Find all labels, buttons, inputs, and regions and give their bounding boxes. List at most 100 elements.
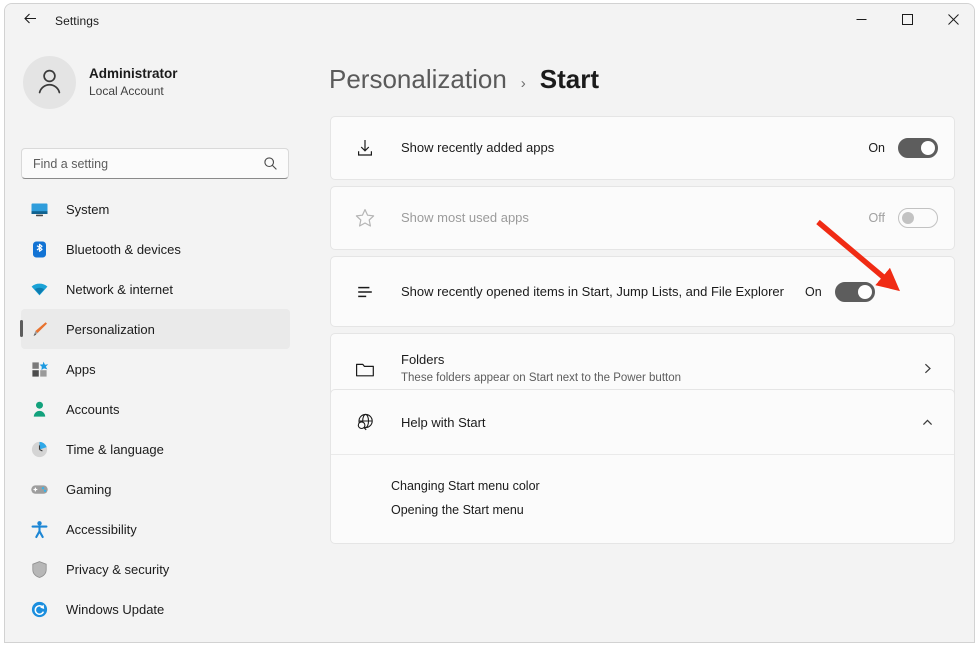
sidebar-item-label: Bluetooth & devices <box>66 241 181 257</box>
star-icon <box>345 207 385 229</box>
sidebar-item-time-language[interactable]: Time & language <box>21 429 290 469</box>
person-icon <box>21 400 57 419</box>
close-icon <box>947 12 959 30</box>
setting-row-show-recently-added-apps[interactable]: Show recently added apps On <box>330 116 955 180</box>
sidebar-item-personalization[interactable]: Personalization <box>20 309 290 349</box>
sidebar-nav: System Bluetooth & devices Network & int… <box>5 189 309 629</box>
minimize-button[interactable] <box>838 4 884 37</box>
setting-text: Show most used apps <box>385 209 869 227</box>
back-button[interactable] <box>13 6 47 36</box>
toggle-knob <box>857 284 872 299</box>
show-most-used-apps-toggle <box>898 208 938 228</box>
paintbrush-icon <box>21 320 57 339</box>
toggle-knob <box>921 141 935 155</box>
bluetooth-icon <box>21 240 57 259</box>
setting-title: Show recently opened items in Start, Jum… <box>401 283 784 299</box>
window-controls <box>838 4 974 37</box>
wifi-icon <box>21 280 57 299</box>
setting-subtitle: These folders appear on Start next to th… <box>401 372 682 384</box>
sidebar-item-network-internet[interactable]: Network & internet <box>21 269 290 309</box>
show-recently-opened-items-toggle[interactable] <box>834 281 875 302</box>
setting-row-show-most-used-apps: Show most used apps Off <box>330 186 955 250</box>
toggle-state-label: On <box>805 284 822 299</box>
globe-search-icon <box>345 411 385 433</box>
title-bar: Settings <box>5 4 974 37</box>
page-title: Start <box>539 64 600 94</box>
sidebar-item-label: Gaming <box>66 481 112 497</box>
setting-text: Folders These folders appear on Start ne… <box>385 351 916 386</box>
sidebar-item-accessibility[interactable]: Accessibility <box>21 509 290 549</box>
back-arrow-icon <box>22 10 39 32</box>
sidebar-item-accounts[interactable]: Accounts <box>21 389 290 429</box>
chevron-up-icon[interactable] <box>916 416 938 429</box>
settings-window: Settings Administrator Local Account Fin… <box>4 3 975 643</box>
breadcrumb: Personalization › Start <box>309 37 974 95</box>
app-title: Settings <box>55 13 100 28</box>
account-text: Administrator Local Account <box>89 65 178 100</box>
search-box[interactable] <box>21 148 289 179</box>
monitor-icon <box>21 200 57 219</box>
search-icon[interactable] <box>259 156 288 171</box>
help-links-list: Changing Start menu color Opening the St… <box>331 454 954 543</box>
setting-text: Show recently opened items in Start, Jum… <box>385 283 805 301</box>
maximize-button[interactable] <box>884 4 930 37</box>
setting-control: On <box>805 281 875 302</box>
sidebar-item-label: Accessibility <box>66 521 137 537</box>
close-button[interactable] <box>930 4 974 37</box>
setting-row-show-recently-opened-items[interactable]: Show recently opened items in Start, Jum… <box>330 256 955 327</box>
sidebar-item-label: Apps <box>66 361 96 377</box>
settings-card-list: Show recently added apps On Show most us… <box>330 116 955 410</box>
account-type: Local Account <box>89 84 164 98</box>
sidebar-item-label: Privacy & security <box>66 561 170 577</box>
sidebar-item-label: Accounts <box>66 401 120 417</box>
apps-grid-icon <box>21 360 57 379</box>
account-summary[interactable]: Administrator Local Account <box>5 37 309 109</box>
shield-icon <box>21 560 57 579</box>
list-lines-icon <box>345 281 385 303</box>
chevron-right-icon[interactable] <box>916 362 938 375</box>
help-title: Help with Start <box>401 414 486 430</box>
sidebar-item-privacy-security[interactable]: Privacy & security <box>21 549 290 589</box>
main-content: Personalization › Start Show recently ad… <box>309 37 974 642</box>
sidebar: Administrator Local Account Find a setti… <box>5 37 309 642</box>
folder-icon <box>345 358 385 380</box>
update-refresh-icon <box>21 600 57 619</box>
maximize-icon <box>901 12 913 30</box>
sidebar-item-apps[interactable]: Apps <box>21 349 290 389</box>
sidebar-item-bluetooth-devices[interactable]: Bluetooth & devices <box>21 229 290 269</box>
help-with-start-section: Help with Start Changing Start menu colo… <box>330 389 955 544</box>
sidebar-item-gaming[interactable]: Gaming <box>21 469 290 509</box>
show-recently-added-apps-toggle[interactable] <box>898 138 938 158</box>
sidebar-item-label: Time & language <box>66 441 164 457</box>
toggle-state-label: Off <box>868 211 885 225</box>
toggle-state-label: On <box>868 141 885 155</box>
avatar <box>23 56 76 109</box>
sidebar-item-label: System <box>66 201 110 217</box>
breadcrumb-separator-icon: › <box>520 75 526 92</box>
toggle-knob <box>902 212 914 224</box>
breadcrumb-parent[interactable]: Personalization <box>329 64 507 95</box>
setting-title: Show recently added apps <box>401 140 555 155</box>
sidebar-item-system[interactable]: System <box>21 189 290 229</box>
setting-control: On <box>868 138 938 158</box>
sidebar-item-label: Network & internet <box>66 281 173 297</box>
help-header[interactable]: Help with Start <box>331 390 954 454</box>
help-link[interactable]: Changing Start menu color <box>331 474 954 498</box>
minimize-icon <box>856 12 867 30</box>
setting-control <box>916 362 938 375</box>
setting-title: Folders <box>401 352 445 367</box>
setting-text: Show recently added apps <box>385 139 868 157</box>
download-tray-icon <box>345 137 385 159</box>
setting-control: Off <box>869 208 938 228</box>
setting-title: Show most used apps <box>401 210 529 225</box>
sidebar-item-label: Personalization <box>66 321 155 337</box>
sidebar-item-label: Windows Update <box>66 601 165 617</box>
gamepad-icon <box>21 480 57 499</box>
help-link[interactable]: Opening the Start menu <box>331 498 954 522</box>
search-input[interactable] <box>22 156 259 171</box>
sidebar-item-windows-update[interactable]: Windows Update <box>21 589 290 629</box>
accessibility-icon <box>21 520 57 539</box>
account-name: Administrator <box>89 66 178 81</box>
user-avatar-icon <box>34 65 65 101</box>
clock-icon <box>21 440 57 459</box>
